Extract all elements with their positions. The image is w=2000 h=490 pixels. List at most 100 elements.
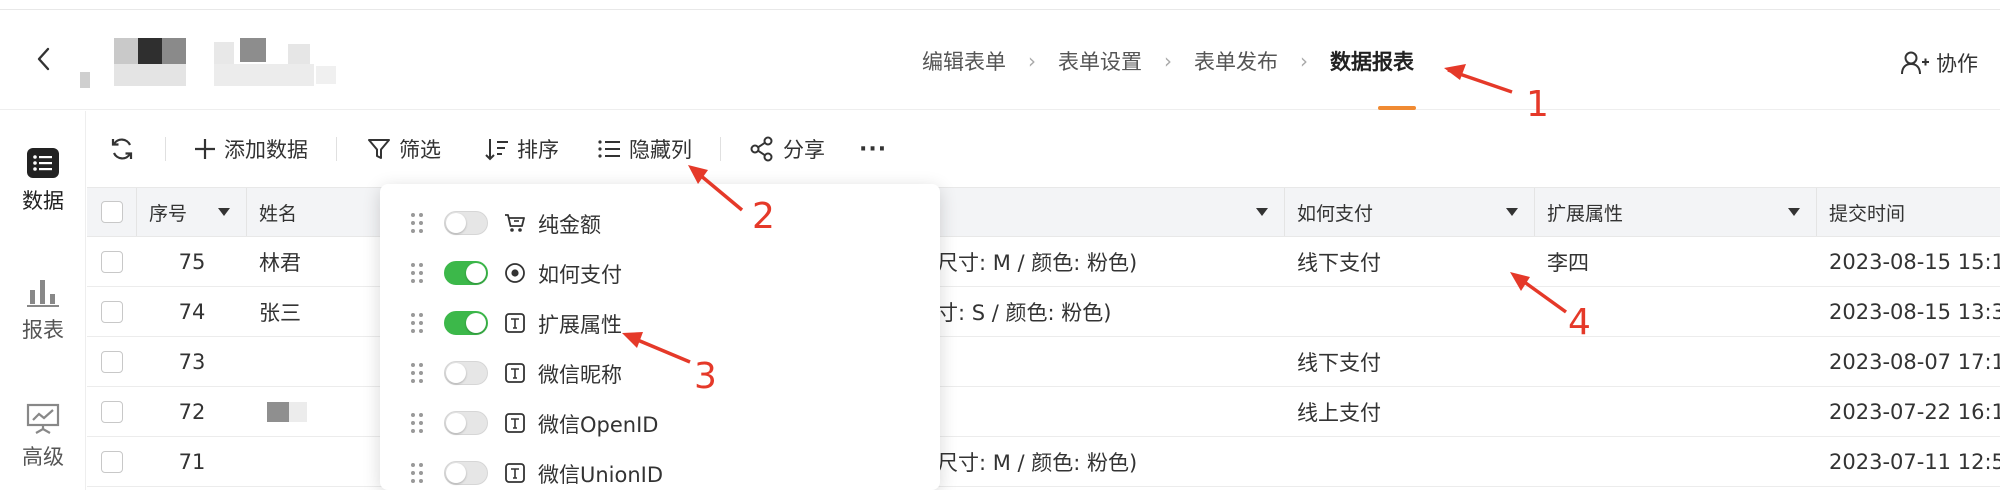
name-cell — [247, 437, 385, 486]
column-header-name[interactable]: 姓名 — [247, 188, 385, 236]
refresh-icon — [111, 138, 133, 160]
select-all-checkbox[interactable] — [101, 201, 123, 223]
name-cell — [247, 387, 385, 436]
text-field-icon — [505, 313, 525, 333]
hide-columns-label: 隐藏列 — [629, 138, 692, 162]
toolbar-divider — [336, 137, 337, 161]
caret-down-icon[interactable] — [218, 208, 230, 216]
column-header-ext[interactable]: 扩展属性 — [1535, 188, 1817, 236]
caret-down-icon[interactable] — [1506, 208, 1518, 216]
table-row[interactable]: 71 尺寸: M / 颜色: 粉色) 2023-07-11 12:51:11 — [87, 437, 2000, 487]
step-form-publish[interactable]: 表单发布 — [1194, 46, 1278, 76]
table-row[interactable]: 74 张三 寸: S / 颜色: 粉色) 2023-08-15 13:37:29 — [87, 287, 2000, 337]
presentation-chart-icon — [26, 403, 60, 434]
column-visibility-toggle[interactable] — [444, 411, 488, 435]
share-label: 分享 — [783, 138, 825, 162]
table-row[interactable]: 75 林君 尺寸: M / 颜色: 粉色) 线下支付 李四 2023-08-15… — [87, 237, 2000, 287]
share-button[interactable]: 分享 — [749, 134, 825, 164]
name-cell: 林君 — [259, 250, 301, 275]
sort-button[interactable]: 排序 — [485, 134, 559, 164]
sidebar-item-advanced[interactable]: 高级 — [0, 403, 86, 471]
sidebar-item-data[interactable]: 数据 — [0, 147, 86, 215]
column-visibility-toggle[interactable] — [444, 261, 488, 285]
caret-down-icon[interactable] — [1256, 208, 1268, 216]
drag-handle-icon[interactable] — [410, 262, 424, 284]
row-checkbox[interactable] — [101, 250, 123, 273]
drag-handle-icon[interactable] — [410, 462, 424, 484]
left-sidebar: 数据 报表 高级 — [0, 111, 86, 490]
time-cell: 2023-08-15 15:12:03 — [1829, 249, 2000, 274]
caret-down-icon[interactable] — [1788, 208, 1800, 216]
column-toggle-row[interactable]: 扩展属性 — [380, 298, 940, 348]
hide-columns-panel: 纯金额 如何支付 扩展属性 微信昵称 微信OpenID 微信UnionID — [380, 184, 940, 490]
column-visibility-toggle[interactable] — [444, 361, 488, 385]
filter-button[interactable]: 筛选 — [367, 134, 441, 164]
chevron-right-icon: › — [1028, 49, 1036, 73]
column-toggle-label: 微信OpenID — [538, 413, 659, 437]
radio-icon — [505, 263, 525, 283]
drag-handle-icon[interactable] — [410, 212, 424, 234]
back-arrow-icon[interactable] — [32, 44, 56, 74]
row-checkbox[interactable] — [101, 450, 123, 473]
more-options-button[interactable]: ··· — [859, 137, 887, 162]
list-lines-icon — [598, 140, 620, 158]
product-cell: 寸: S / 颜色: 粉色) — [937, 300, 1112, 325]
text-field-icon — [505, 463, 525, 483]
column-header-pay[interactable]: 如何支付 — [1285, 188, 1535, 236]
active-step-underline — [1378, 106, 1416, 110]
table-row[interactable]: 73 线下支付 2023-08-07 17:12:20 — [87, 337, 2000, 387]
step-edit-form[interactable]: 编辑表单 — [922, 46, 1006, 76]
column-toggle-row[interactable]: 微信UnionID — [380, 448, 940, 490]
toolbar-divider — [165, 137, 166, 161]
ext-cell — [1535, 337, 1817, 386]
chevron-right-icon: › — [1300, 49, 1308, 73]
seq-cell: 72 — [178, 399, 206, 424]
hide-columns-button[interactable]: 隐藏列 — [597, 134, 692, 164]
column-toggle-row[interactable]: 微信OpenID — [380, 398, 940, 448]
toolbar-divider — [720, 137, 721, 161]
row-checkbox[interactable] — [101, 300, 123, 323]
step-form-settings[interactable]: 表单设置 — [1058, 46, 1142, 76]
drag-handle-icon[interactable] — [410, 412, 424, 434]
collaborate-button[interactable]: 协作 — [1900, 48, 1978, 78]
drag-handle-icon[interactable] — [410, 312, 424, 334]
column-header-seq[interactable]: 序号 — [137, 188, 247, 236]
column-toggle-row[interactable]: 纯金额 — [380, 198, 940, 248]
add-data-button[interactable]: 添加数据 — [194, 134, 308, 164]
collaborate-label: 协作 — [1936, 52, 1978, 76]
row-checkbox[interactable] — [101, 350, 123, 373]
table-header: 序号 姓名 如何支付 扩展属性 提交时间 — [87, 187, 2000, 237]
column-header-time[interactable]: 提交时间 — [1817, 188, 2000, 236]
sidebar-item-label: 数据 — [22, 189, 64, 213]
column-toggle-row[interactable]: 如何支付 — [380, 248, 940, 298]
product-cell: 尺寸: M / 颜色: 粉色) — [937, 450, 1138, 475]
share-icon — [750, 136, 773, 162]
time-cell: 2023-07-22 16:10:50 — [1829, 399, 2000, 424]
step-breadcrumb: 编辑表单 › 表单设置 › 表单发布 › 数据报表 — [922, 46, 1414, 76]
seq-cell: 73 — [178, 349, 206, 374]
chevron-right-icon: › — [1164, 49, 1172, 73]
window-top-edge — [0, 0, 2000, 10]
column-visibility-toggle[interactable] — [444, 461, 488, 485]
step-data-report[interactable]: 数据报表 — [1330, 46, 1414, 76]
table-row[interactable]: 72 线上支付 2023-07-22 16:10:50 — [87, 387, 2000, 437]
column-toggle-row[interactable]: 微信昵称 — [380, 348, 940, 398]
text-field-icon — [505, 363, 525, 383]
drag-handle-icon[interactable] — [410, 362, 424, 384]
pay-cell — [1285, 437, 1535, 486]
column-toggle-label: 微信UnionID — [538, 463, 664, 487]
add-user-icon — [1901, 51, 1929, 75]
select-all-cell — [87, 188, 137, 236]
refresh-button[interactable] — [109, 136, 143, 162]
row-checkbox[interactable] — [101, 400, 123, 423]
cart-icon — [505, 214, 525, 232]
ext-cell — [1535, 437, 1817, 486]
column-toggle-label: 纯金额 — [538, 213, 601, 237]
column-header-product[interactable] — [937, 188, 1285, 236]
add-data-label: 添加数据 — [224, 138, 308, 162]
filter-label: 筛选 — [399, 138, 441, 162]
bar-chart-icon — [27, 280, 59, 307]
column-visibility-toggle[interactable] — [444, 211, 488, 235]
sidebar-item-report[interactable]: 报表 — [0, 276, 86, 344]
column-visibility-toggle[interactable] — [444, 311, 488, 335]
